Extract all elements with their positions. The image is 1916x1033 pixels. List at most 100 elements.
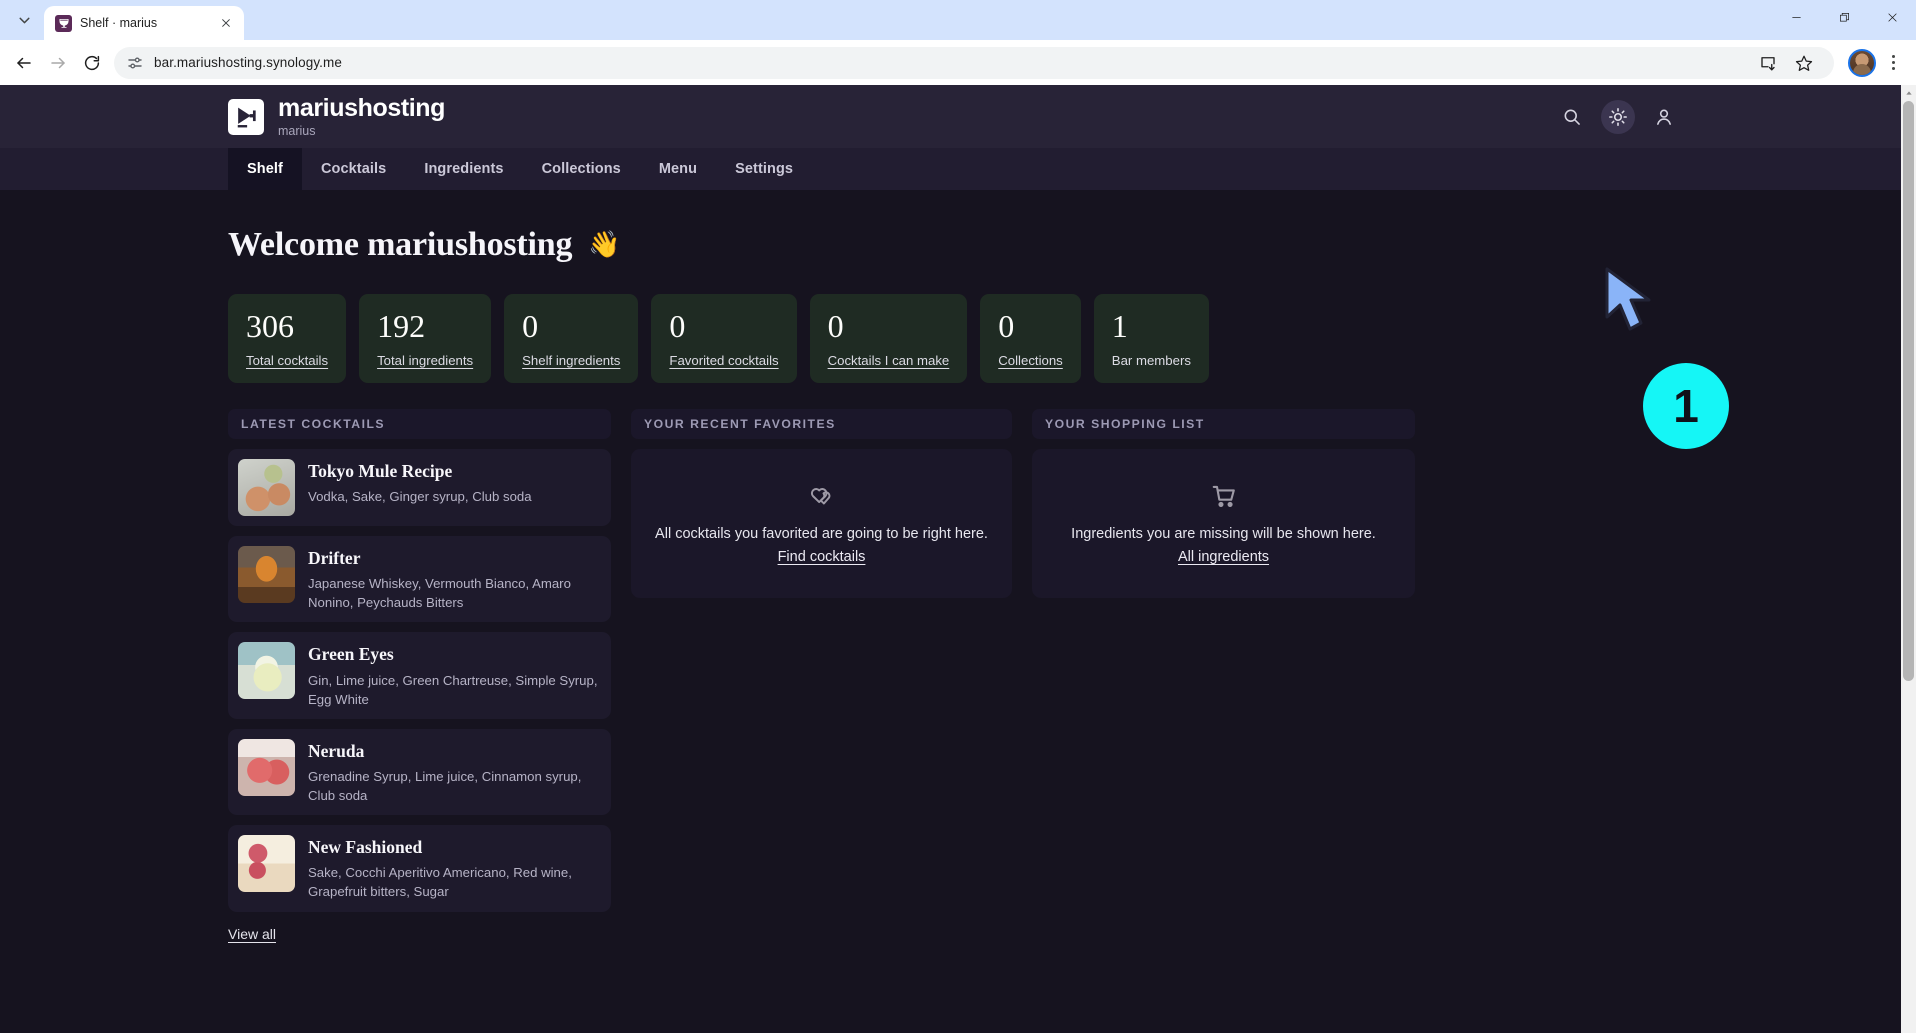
panel-title-recent-favorites: YOUR RECENT FAVORITES (631, 409, 1012, 439)
cocktail-thumbnail (238, 738, 295, 796)
cocktail-ingredients: Sake, Cocchi Aperitivo Americano, Red wi… (308, 865, 572, 900)
stat-card-total-ingredients[interactable]: 192 Total ingredients (359, 294, 492, 383)
list-item[interactable]: Green Eyes Gin, Lime juice, Green Chartr… (228, 632, 611, 719)
install-app-icon[interactable] (1752, 47, 1784, 79)
stat-value: 192 (377, 308, 426, 344)
tab-favicon-cocktail-glass-icon (55, 14, 72, 32)
brand-subtitle: marius (278, 123, 316, 138)
search-icon[interactable] (1555, 100, 1589, 134)
cocktail-body: Green Eyes Gin, Lime juice, Green Chartr… (308, 642, 601, 708)
stat-label[interactable]: Total ingredients (377, 353, 473, 368)
stat-card-collections[interactable]: 0 Collections (980, 294, 1081, 383)
window-restore-icon[interactable] (1820, 0, 1868, 34)
find-cocktails-link[interactable]: Find cocktails (778, 549, 866, 565)
shopping-cart-icon (1210, 482, 1238, 510)
tab-search-chevron-icon[interactable] (4, 0, 44, 40)
cocktail-body: New Fashioned Sake, Cocchi Aperitivo Ame… (308, 835, 601, 901)
cocktail-thumbnail (238, 459, 295, 516)
forward-button[interactable] (42, 47, 74, 79)
nav-item-ingredients[interactable]: Ingredients (405, 148, 522, 190)
nav-item-settings[interactable]: Settings (716, 148, 812, 190)
nav-item-cocktails[interactable]: Cocktails (302, 148, 405, 190)
bookmark-star-icon[interactable] (1788, 47, 1820, 79)
window-controls (1772, 0, 1916, 40)
cocktail-body: Drifter Japanese Whiskey, Vermouth Bianc… (308, 546, 601, 612)
site-nav: Shelf Cocktails Ingredients Collections … (0, 148, 1901, 190)
panel-title-latest-cocktails: LATEST COCKTAILS (228, 409, 611, 439)
cocktail-body: Tokyo Mule Recipe Vodka, Sake, Ginger sy… (308, 459, 532, 506)
browser-tab[interactable]: Shelf · marius (44, 6, 244, 40)
header-actions (1555, 99, 1901, 134)
stat-label[interactable]: Cocktails I can make (828, 353, 950, 368)
cocktail-glass-icon (228, 98, 264, 135)
page-scrollbar[interactable] (1901, 85, 1916, 1033)
view-all-link[interactable]: View all (228, 926, 276, 942)
nav-item-menu[interactable]: Menu (640, 148, 716, 190)
list-item[interactable]: Neruda Grenadine Syrup, Lime juice, Cinn… (228, 728, 611, 816)
stat-value: 306 (246, 308, 294, 344)
mouse-pointer-arrow (1605, 267, 1651, 331)
nav-item-collections[interactable]: Collections (523, 148, 640, 190)
cocktail-name: New Fashioned (308, 837, 423, 858)
stat-label[interactable]: Shelf ingredients (522, 353, 620, 368)
window-close-icon[interactable] (1868, 0, 1916, 34)
cocktail-thumbnail (238, 642, 295, 700)
list-item[interactable]: Drifter Japanese Whiskey, Vermouth Bianc… (228, 536, 611, 623)
cocktail-name: Drifter (308, 548, 361, 568)
scrollbar-up-arrow-icon[interactable] (1901, 85, 1916, 100)
favorites-empty-state: All cocktails you favorited are going to… (631, 449, 1012, 598)
stat-value: 0 (998, 308, 1015, 344)
brand-text: mariushosting marius (278, 93, 446, 138)
sun-brightness-icon[interactable] (1601, 99, 1635, 134)
person-icon[interactable] (1647, 100, 1681, 134)
stat-card-favorited-cocktails[interactable]: 0 Favorited cocktails (651, 294, 797, 383)
stat-value: 0 (827, 308, 844, 344)
cocktail-body: Neruda Grenadine Syrup, Lime juice, Cinn… (308, 739, 601, 805)
stat-card-shelf-ingredients[interactable]: 0 Shelf ingredients (504, 294, 639, 383)
back-button[interactable] (8, 47, 40, 79)
list-item[interactable]: Tokyo Mule Recipe Vodka, Sake, Ginger sy… (228, 449, 611, 526)
window-minimize-icon[interactable] (1772, 0, 1820, 34)
cocktail-ingredients: Vodka, Sake, Ginger syrup, Club soda (308, 489, 532, 505)
latest-cocktails-panel: LATEST COCKTAILS Tokyo Mule Recipe Vodka… (228, 409, 611, 944)
welcome-text: Welcome mariushosting (228, 226, 573, 263)
tab-close-icon[interactable] (216, 13, 236, 33)
nav-item-shelf[interactable]: Shelf (228, 148, 302, 190)
stat-card-total-cocktails[interactable]: 306 Total cocktails (228, 294, 347, 383)
cocktail-thumbnail (238, 835, 295, 893)
page-title: Welcome mariushosting 👋 (228, 226, 1901, 264)
stat-value: 1 (1111, 308, 1128, 344)
cocktail-ingredients: Grenadine Syrup, Lime juice, Cinnamon sy… (308, 768, 582, 804)
all-ingredients-link[interactable]: All ingredients (1178, 549, 1269, 565)
site-settings-tune-icon[interactable] (126, 54, 144, 72)
stat-value: 0 (522, 308, 539, 344)
tab-title: Shelf · marius (80, 16, 158, 30)
shopping-list-panel: YOUR SHOPPING LIST Ingredients you are m… (1032, 409, 1415, 944)
cocktail-name: Green Eyes (308, 644, 394, 665)
stat-label[interactable]: Favorited cocktails (669, 353, 778, 368)
recent-favorites-panel: YOUR RECENT FAVORITES All cocktails you … (631, 409, 1012, 944)
shopping-empty-state: Ingredients you are missing will be show… (1032, 449, 1415, 598)
cocktail-list: Tokyo Mule Recipe Vodka, Sake, Ginger sy… (228, 449, 611, 912)
address-bar[interactable]: bar.mariushosting.synology.me (114, 46, 1834, 79)
list-item[interactable]: New Fashioned Sake, Cocchi Aperitivo Ame… (228, 825, 611, 912)
browser-tabstrip: Shelf · marius (0, 0, 1916, 40)
stat-card-cocktails-i-can-make[interactable]: 0 Cocktails I can make (809, 294, 968, 383)
favorites-empty-text: All cocktails you favorited are going to… (655, 526, 988, 542)
stat-label: Bar members (1111, 353, 1191, 368)
reload-button[interactable] (76, 47, 108, 79)
panels-row: LATEST COCKTAILS Tokyo Mule Recipe Vodka… (228, 409, 1901, 944)
stat-label[interactable]: Collections (998, 353, 1063, 368)
stat-value: 0 (669, 308, 686, 344)
stat-label[interactable]: Total cocktails (246, 353, 328, 368)
profile-avatar[interactable] (1848, 48, 1876, 77)
shopping-empty-text: Ingredients you are missing will be show… (1071, 526, 1376, 542)
cocktail-name: Tokyo Mule Recipe (308, 461, 453, 481)
brand-name: mariushosting (278, 93, 446, 122)
scrollbar-thumb[interactable] (1903, 101, 1914, 681)
page-viewport: mariushosting marius Shelf Cocktails Ing… (0, 85, 1916, 1033)
web-page: mariushosting marius Shelf Cocktails Ing… (0, 85, 1901, 1033)
brand[interactable]: mariushosting marius (228, 93, 446, 138)
browser-menu-icon[interactable] (1878, 47, 1908, 79)
step-badge: 1 (1643, 363, 1729, 449)
